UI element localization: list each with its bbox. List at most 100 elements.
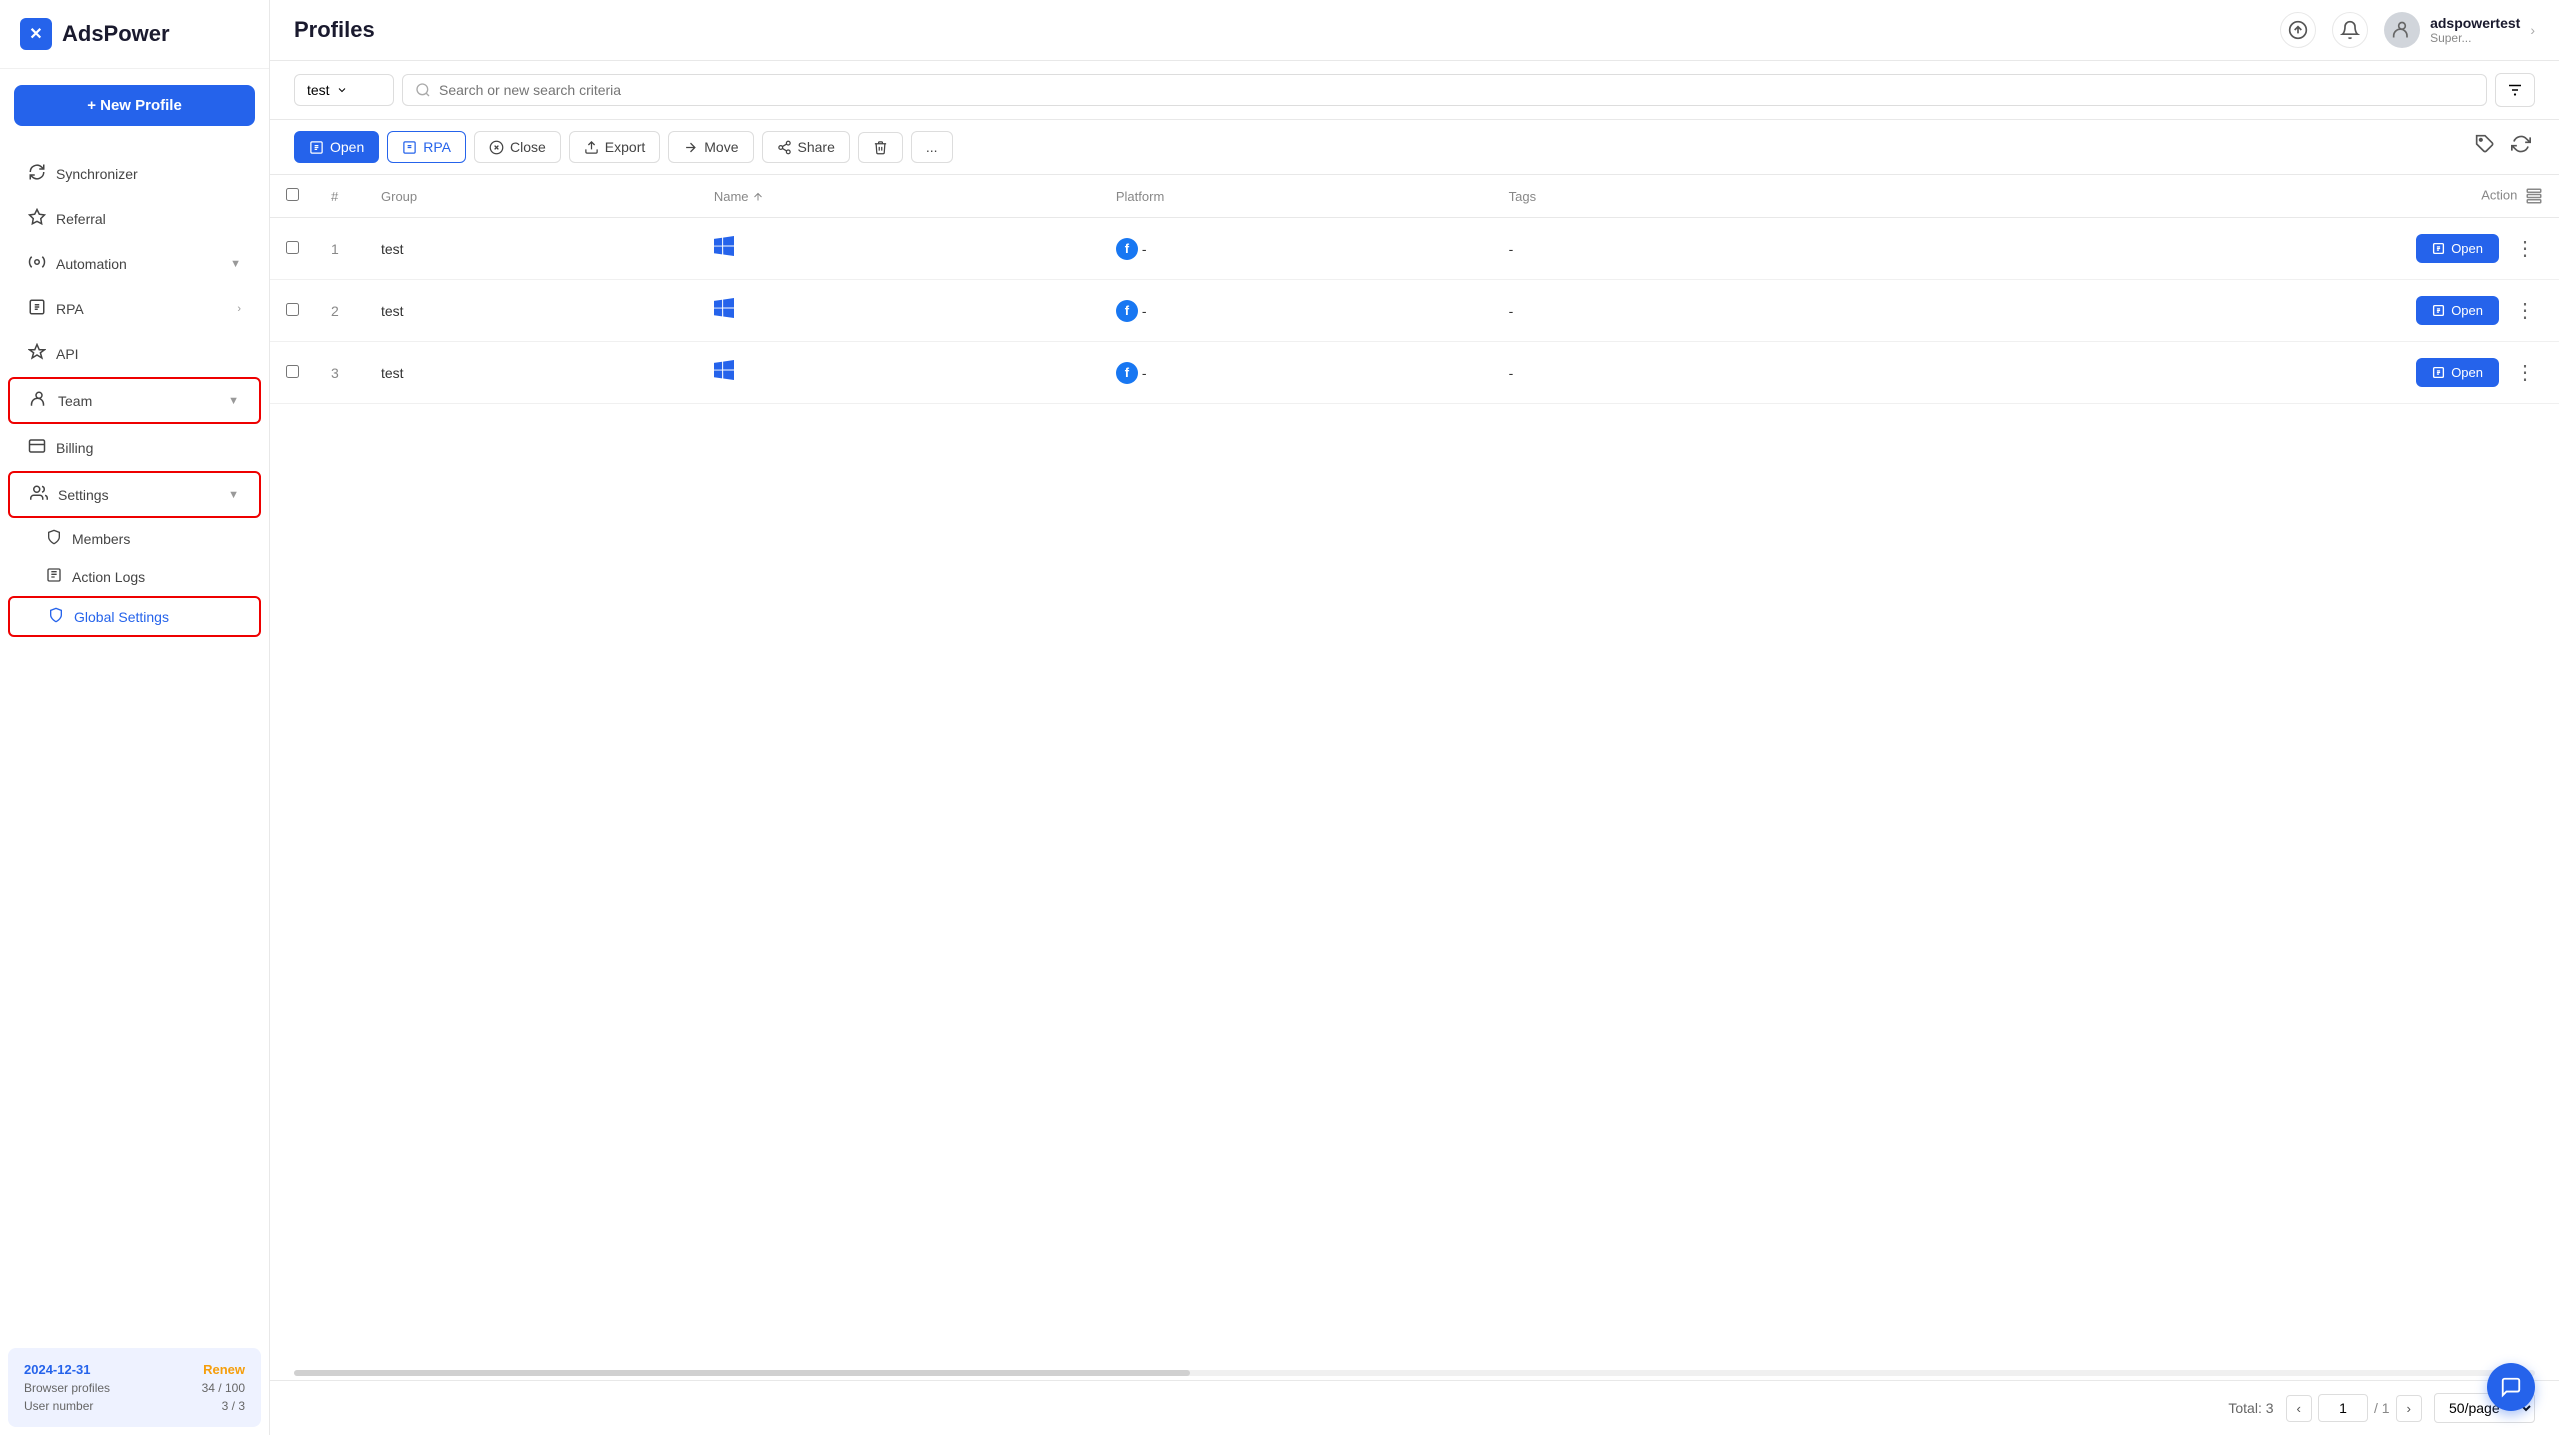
windows-icon [714, 240, 734, 260]
move-button[interactable]: Move [668, 131, 753, 163]
prev-page-button[interactable]: ‹ [2286, 1395, 2312, 1422]
trash-icon [873, 140, 888, 155]
col-platform: Platform [1100, 175, 1493, 218]
avatar [2384, 12, 2420, 48]
sidebar-item-rpa-label: RPA [56, 301, 227, 317]
open-icon [309, 140, 324, 155]
row-3-actions: Open ⋮ [1799, 356, 2543, 389]
sidebar-item-settings[interactable]: Settings ▼ [8, 471, 261, 518]
row-3-platform: f - [1100, 342, 1493, 404]
search-bar [402, 74, 2487, 106]
table-row: 1 test f - - [270, 218, 2559, 280]
row-2-more-button[interactable]: ⋮ [2507, 294, 2543, 327]
column-settings-icon[interactable] [2525, 187, 2543, 205]
sidebar-item-billing[interactable]: Billing [8, 426, 261, 469]
billing-icon [28, 437, 46, 458]
user-number-label: User number [24, 1399, 93, 1413]
sidebar-item-rpa[interactable]: RPA › [8, 287, 261, 330]
sidebar-item-api[interactable]: API [8, 332, 261, 375]
table-footer: Total: 3 ‹ / 1 › 50/page 100/page 200/pa… [270, 1380, 2559, 1435]
col-tags: Tags [1493, 175, 1784, 218]
refresh-button[interactable] [2507, 130, 2535, 164]
filter-button[interactable] [2495, 73, 2535, 107]
sidebar-footer: 2024-12-31 Renew Browser profiles 34 / 1… [8, 1348, 261, 1427]
tag-icon [2475, 134, 2495, 154]
row-1-number: 1 [315, 218, 365, 280]
pagination-nav: ‹ / 1 › [2286, 1394, 2422, 1422]
username: adspowertest [2430, 15, 2520, 31]
sidebar-item-team[interactable]: Team ▼ [8, 377, 261, 424]
row-1-group: test [365, 218, 698, 280]
app-name: AdsPower [62, 21, 170, 47]
user-area[interactable]: adspowertest Super... › [2384, 12, 2535, 48]
browser-profiles-stat: Browser profiles 34 / 100 [24, 1381, 245, 1395]
row-1-action-cell: Open ⋮ [1783, 218, 2559, 280]
automation-icon [28, 253, 46, 274]
row-2-checkbox[interactable] [286, 303, 299, 316]
share-button[interactable]: Share [762, 131, 850, 163]
page-title: Profiles [294, 17, 2264, 43]
row-1-checkbox[interactable] [286, 241, 299, 254]
sidebar-item-members-label: Members [72, 531, 130, 547]
rpa-icon [28, 298, 46, 319]
action-bar: Open RPA Close Export Move Share ... [270, 120, 2559, 175]
sidebar-item-settings-label: Settings [58, 487, 218, 503]
open-button[interactable]: Open [294, 131, 379, 163]
settings-icon [30, 484, 48, 505]
sidebar-item-action-logs[interactable]: Action Logs [8, 558, 261, 595]
browser-profiles-value: 34 / 100 [202, 1381, 245, 1395]
sidebar-item-synchronizer[interactable]: Synchronizer [8, 152, 261, 195]
row-3-more-button[interactable]: ⋮ [2507, 356, 2543, 389]
close-button[interactable]: Close [474, 131, 561, 163]
search-input[interactable] [439, 82, 2474, 98]
upload-icon-button[interactable] [2280, 12, 2316, 48]
global-settings-icon [48, 607, 64, 626]
renew-link[interactable]: Renew [203, 1362, 245, 1377]
row-3-group: test [365, 342, 698, 404]
group-select[interactable]: test [294, 74, 394, 106]
row-2-open-button[interactable]: Open [2416, 296, 2499, 325]
row-3-checkbox[interactable] [286, 365, 299, 378]
profiles-table: # Group Name Platform Tags Action [270, 175, 2559, 404]
row-1-more-button[interactable]: ⋮ [2507, 232, 2543, 265]
row-3-open-button[interactable]: Open [2416, 358, 2499, 387]
row-3-number: 3 [315, 342, 365, 404]
sidebar-item-automation[interactable]: Automation ▼ [8, 242, 261, 285]
row-1-open-button[interactable]: Open [2416, 234, 2499, 263]
footer-date-row: 2024-12-31 Renew [24, 1362, 245, 1377]
scrollbar-track [294, 1370, 2535, 1376]
select-all-header [270, 175, 315, 218]
notification-bell-button[interactable] [2332, 12, 2368, 48]
new-profile-button[interactable]: + New Profile [14, 85, 255, 126]
row-3-platform-dash: - [1142, 365, 1147, 381]
row-2-action-cell: Open ⋮ [1783, 280, 2559, 342]
tag-button[interactable] [2471, 130, 2499, 164]
row-3-name [698, 342, 1100, 404]
logo-icon: ✕ [20, 18, 52, 50]
user-number-value: 3 / 3 [222, 1399, 245, 1413]
sidebar-item-global-settings[interactable]: Global Settings [8, 596, 261, 637]
sidebar-item-referral[interactable]: Referral [8, 197, 261, 240]
row-2-tags: - [1493, 280, 1784, 342]
row-1-checkbox-cell [270, 218, 315, 280]
scrollbar-thumb [294, 1370, 1190, 1376]
team-arrow-icon: ▼ [228, 395, 239, 407]
export-button[interactable]: Export [569, 131, 660, 163]
select-all-checkbox[interactable] [286, 188, 299, 201]
row-3-tags: - [1493, 342, 1784, 404]
row-1-platform: f - [1100, 218, 1493, 280]
delete-button[interactable] [858, 132, 903, 163]
row-2-platform-dash: - [1142, 303, 1147, 319]
rpa-button[interactable]: RPA [387, 131, 466, 163]
support-button[interactable] [2487, 1363, 2535, 1411]
sidebar-nav: Synchronizer Referral Automation ▼ RPA › [0, 142, 269, 1340]
page-input[interactable] [2318, 1394, 2368, 1422]
col-name[interactable]: Name [698, 175, 1100, 218]
windows-icon-3 [714, 364, 734, 384]
sidebar-item-members[interactable]: Members [8, 520, 261, 557]
next-page-button[interactable]: › [2396, 1395, 2422, 1422]
horizontal-scrollbar[interactable] [270, 1366, 2559, 1380]
api-icon [28, 343, 46, 364]
logo-area: ✕ AdsPower [0, 0, 269, 69]
more-actions-button[interactable]: ... [911, 131, 953, 163]
